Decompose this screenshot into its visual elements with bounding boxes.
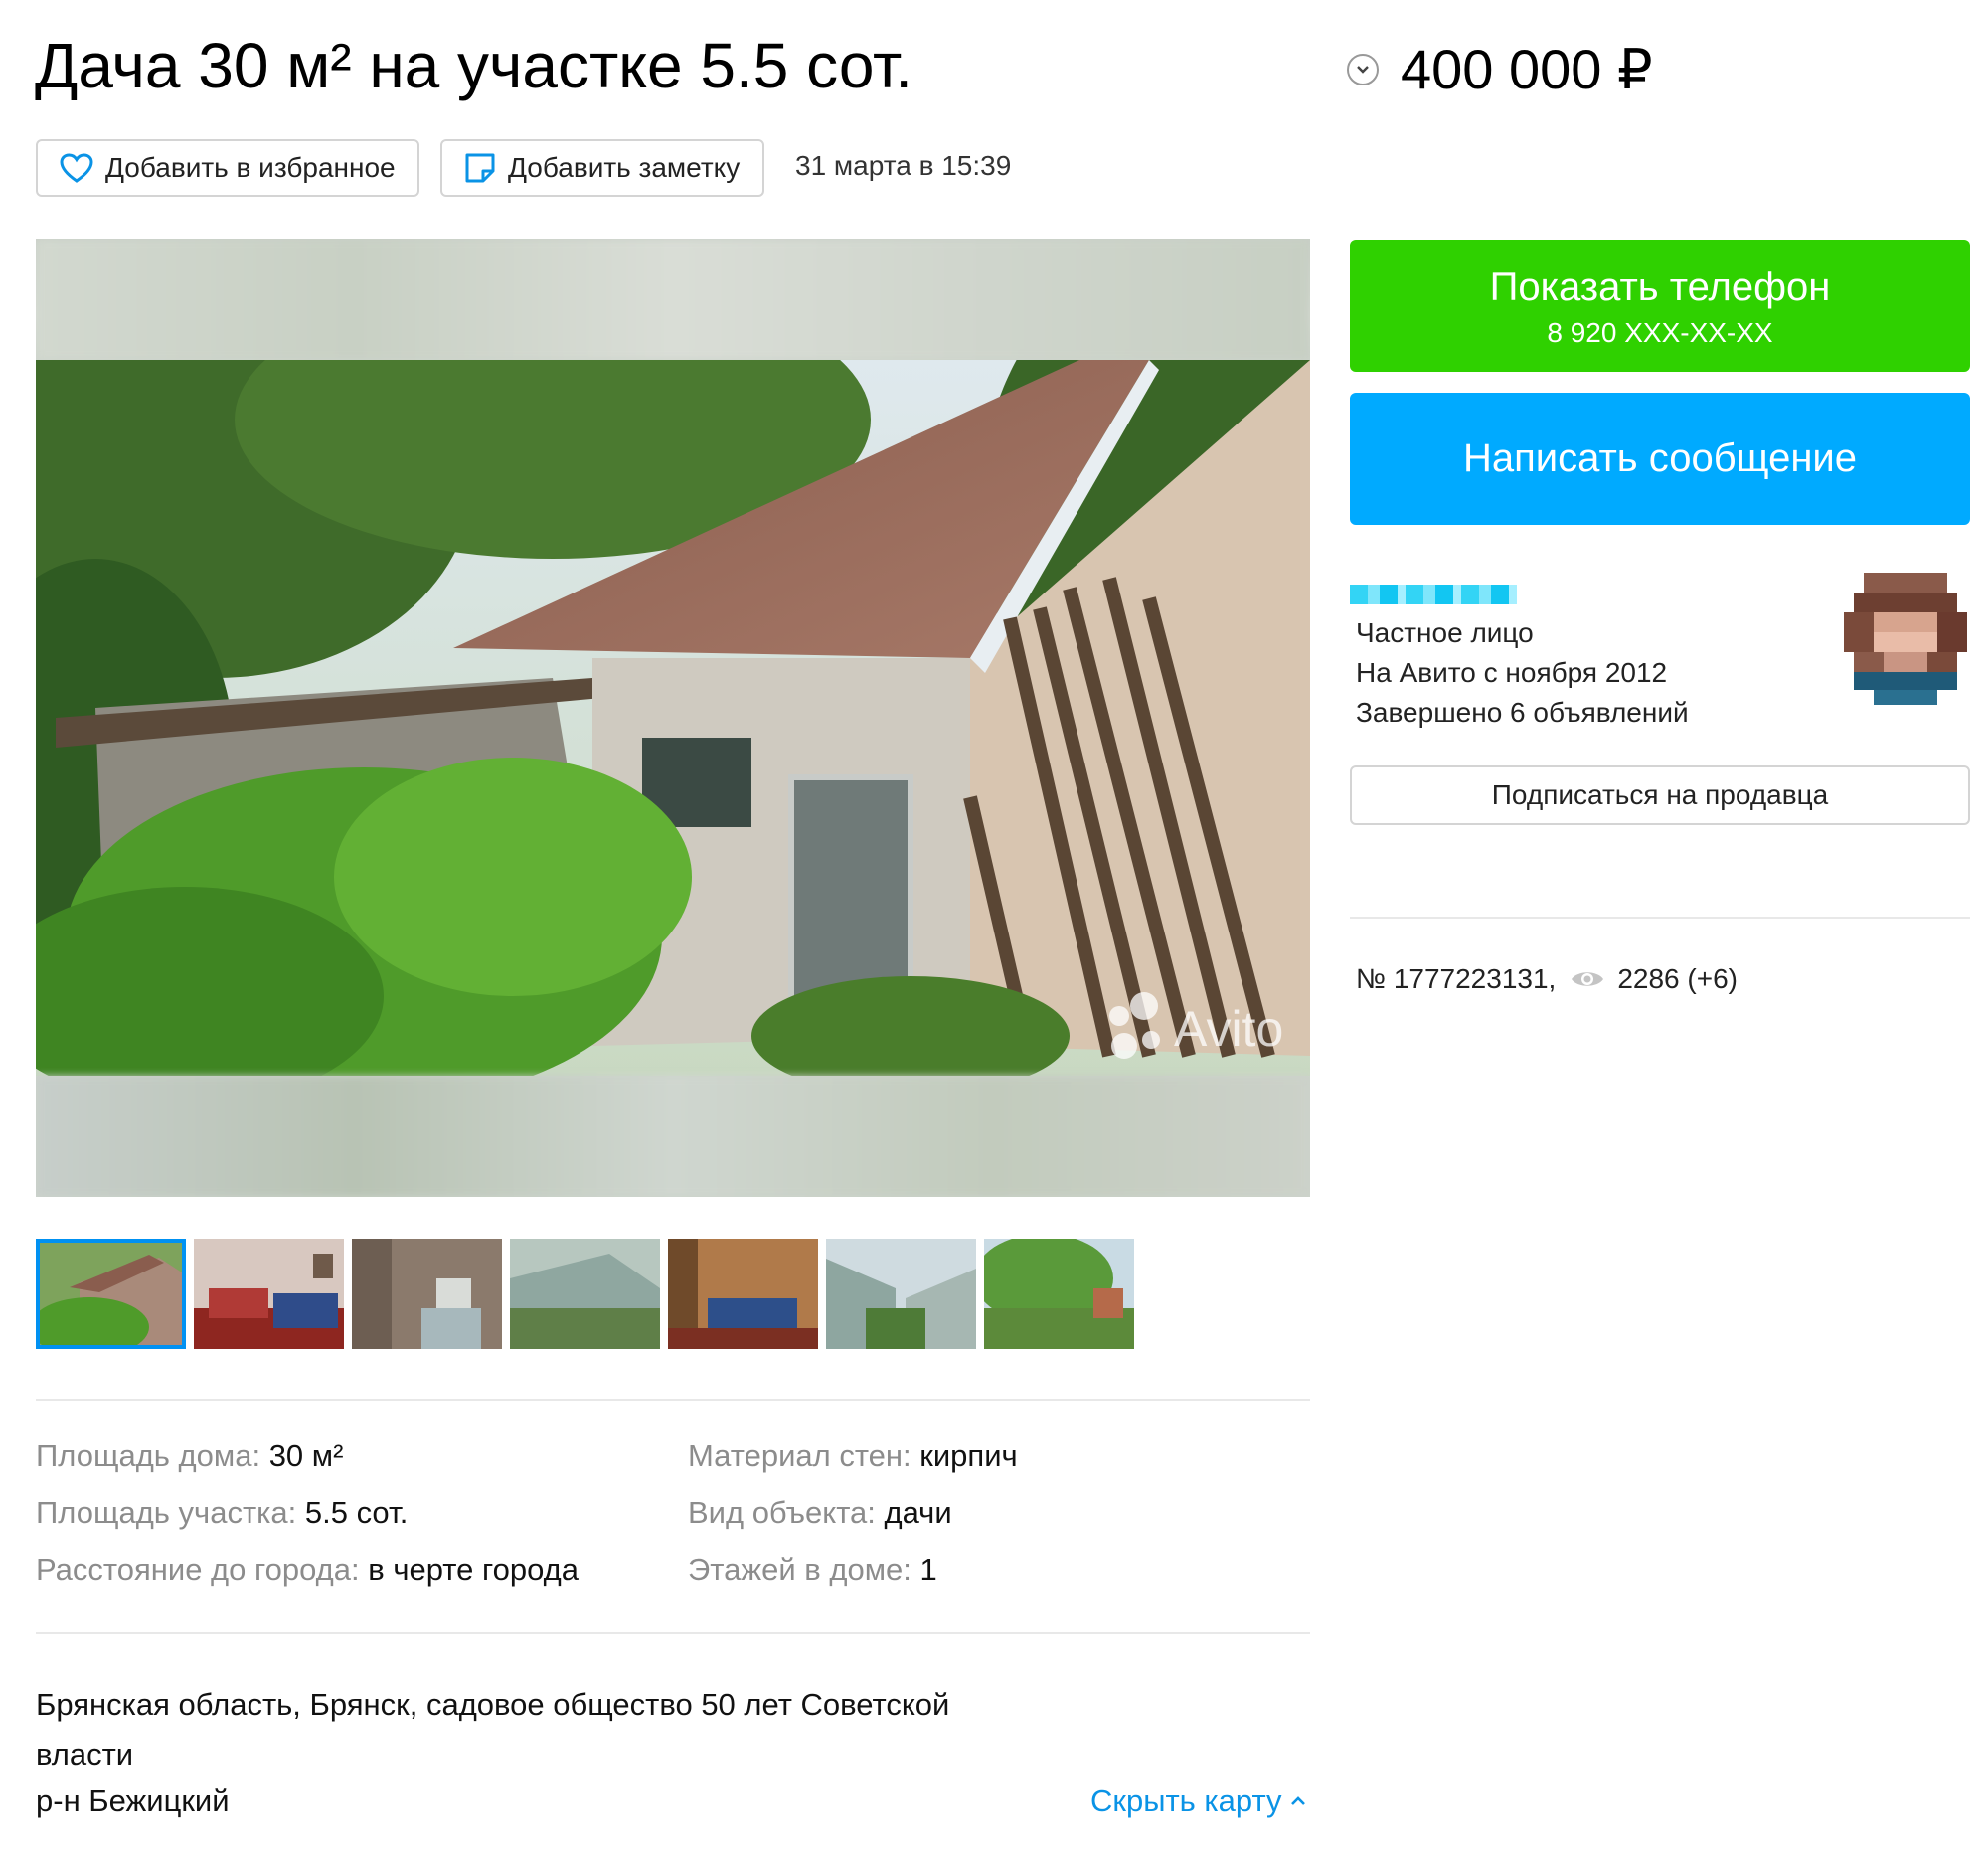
seller-since: На Авито с ноября 2012 — [1356, 657, 1668, 688]
hide-map-link[interactable]: Скрыть карту — [1090, 1781, 1306, 1821]
param-house-area: Площадь дома: 30 м² — [36, 1439, 344, 1473]
note-icon — [465, 153, 495, 183]
eye-icon — [1572, 972, 1604, 986]
note-label: Добавить заметку — [508, 152, 741, 183]
seller-name-pixelated[interactable] — [1350, 585, 1517, 604]
address: Брянская область, Брянск, садовое общест… — [36, 1687, 950, 1772]
divider — [1350, 917, 1970, 919]
param-wall-material: Материал стен: кирпич — [688, 1439, 1018, 1473]
divider — [36, 1632, 1310, 1634]
price-dropdown-icon[interactable] — [1347, 54, 1379, 85]
page-title: Дача 30 м² на участке 5.5 сот. — [35, 30, 913, 101]
listing-stats: № 1777223131, 2286 (+6) — [1356, 959, 1738, 999]
show-phone-button[interactable]: Показать телефон 8 920 XXX-XX-XX — [1350, 240, 1970, 372]
seller-completed: Завершено 6 объявлений — [1356, 697, 1689, 728]
chevron-up-icon — [1290, 1796, 1305, 1805]
seller-type: Частное лицо — [1356, 617, 1534, 648]
param-distance: Расстояние до города: в черте города — [36, 1552, 579, 1587]
param-floors: Этажей в доме: 1 — [688, 1552, 937, 1587]
write-message-button[interactable]: Написать сообщение — [1350, 393, 1970, 525]
heart-icon — [60, 153, 93, 183]
price: 400 000 ₽ — [1401, 38, 1653, 100]
photo-blur-bottom — [36, 1076, 1310, 1197]
param-plot-area: Площадь участка: 5.5 сот. — [36, 1495, 409, 1530]
thumbnail-7[interactable] — [984, 1239, 1134, 1349]
add-note-button[interactable]: Добавить заметку — [440, 139, 764, 197]
param-object-type: Вид объекта: дачи — [688, 1495, 952, 1530]
thumbnail-6[interactable] — [826, 1239, 976, 1349]
show-phone-label: Показать телефон — [1489, 265, 1831, 309]
dacha-photo: Avito — [36, 360, 1310, 1076]
thumbnail-3[interactable] — [352, 1239, 502, 1349]
district: р-н Бежицкий — [36, 1783, 230, 1818]
publish-date: 31 марта в 15:39 — [795, 150, 1012, 181]
main-photo[interactable]: Avito — [36, 239, 1310, 1197]
add-to-favorites-button[interactable]: Добавить в избранное — [36, 139, 419, 197]
view-count: 2286 (+6) — [1617, 963, 1738, 994]
favorites-label: Добавить в избранное — [105, 152, 396, 183]
watermark: Avito — [1174, 1001, 1283, 1057]
thumbnail-strip — [36, 1239, 1134, 1349]
divider — [36, 1399, 1310, 1401]
price-block: 400 000 ₽ — [1347, 32, 1653, 107]
thumbnail-5[interactable] — [668, 1239, 818, 1349]
thumbnail-4[interactable] — [510, 1239, 660, 1349]
subscribe-seller-button[interactable]: Подписаться на продавца — [1350, 765, 1970, 825]
listing-id: № 1777223131, — [1356, 963, 1557, 994]
photo-blur-top — [36, 239, 1310, 360]
thumbnail-1[interactable] — [36, 1239, 186, 1349]
avatar[interactable] — [1844, 573, 1967, 705]
masked-phone: 8 920 XXX-XX-XX — [1547, 317, 1773, 348]
thumbnail-2[interactable] — [194, 1239, 344, 1349]
